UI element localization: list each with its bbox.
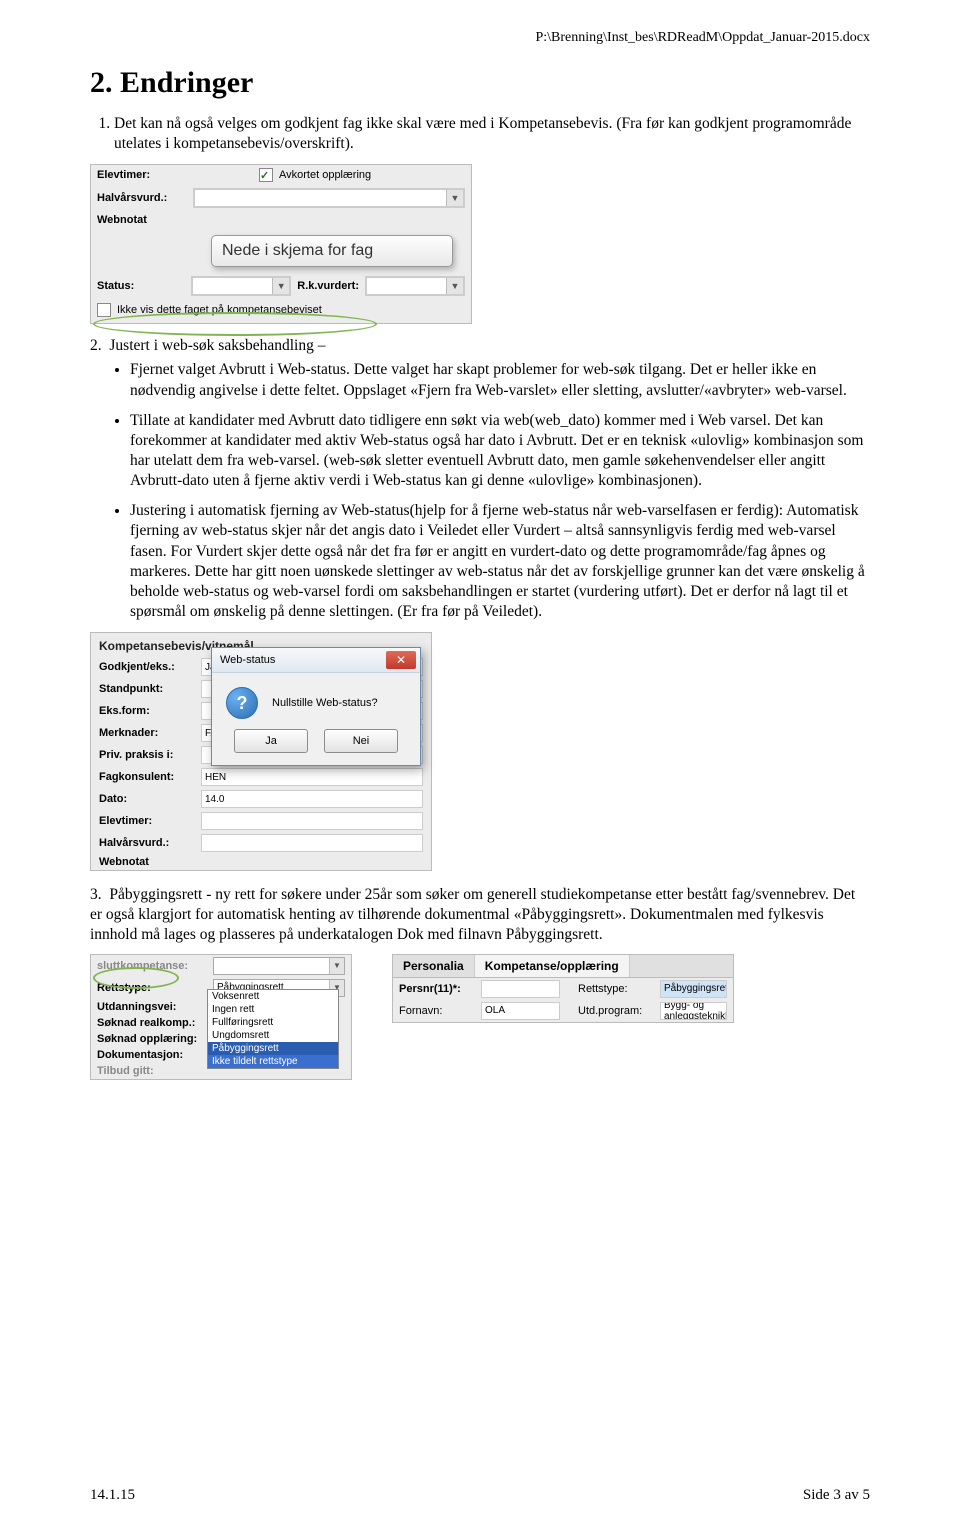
label-halvars2: Halvårsvurd.: — [99, 837, 195, 849]
label-dokumentasjon: Dokumentasjon: — [97, 1049, 207, 1061]
tooltip-nede-i-skjema: Nede i skjema for fag — [211, 235, 453, 267]
screenshot-nullstille-dialog: Kompetansebevis/vitnemål Godkjent/eks.:J… — [90, 632, 432, 871]
bullet-fjernet-avbrutt: Fjernet valget Avbrutt i Web-status. Det… — [130, 360, 870, 400]
field-halvars[interactable] — [201, 834, 423, 852]
label-godkjent: Godkjent/eks.: — [99, 661, 195, 673]
chevron-down-icon: ▼ — [446, 190, 463, 206]
label-fagkonsulent: Fagkonsulent: — [99, 771, 195, 783]
label-avkortet: Avkortet opplæring — [279, 169, 371, 181]
close-icon[interactable]: ✕ — [386, 651, 416, 669]
label-merknader: Merknader: — [99, 727, 195, 739]
dropdown-rkvurdert[interactable]: ▼ — [365, 276, 465, 296]
field-fornavn[interactable]: OLA — [481, 1002, 560, 1020]
field-dato[interactable]: 14.0 — [201, 790, 423, 808]
label-privpraksis: Priv. praksis i: — [99, 749, 195, 761]
label-halvars: Halvårsvurd.: — [97, 192, 187, 204]
option-voksenrett[interactable]: Voksenrett — [208, 990, 338, 1003]
field-sluttkompetanse[interactable]: ▼ — [213, 957, 345, 975]
option-ingen-rett[interactable]: Ingen rett — [208, 1003, 338, 1016]
dialog-no-button[interactable]: Nei — [324, 729, 398, 753]
dialog-yes-button[interactable]: Ja — [234, 729, 308, 753]
footer-page: Side 3 av 5 — [803, 1487, 870, 1504]
dropdown-halvars[interactable]: ▼ — [193, 188, 465, 208]
chevron-down-icon: ▼ — [446, 278, 463, 294]
label-dato: Dato: — [99, 793, 195, 805]
label-tilbud-gitt: Tilbud gitt: — [97, 1065, 207, 1077]
label-standpunkt: Standpunkt: — [99, 683, 195, 695]
tab-personalia[interactable]: Personalia — [393, 955, 475, 977]
label-rettstype-b: Rettstype: — [566, 983, 654, 995]
bullet-tillate-kandidater: Tillate at kandidater med Avbrutt dato t… — [130, 411, 870, 492]
tab-kompetanse[interactable]: Kompetanse/opplæring — [475, 955, 630, 977]
option-pabyggingsrett[interactable]: Påbyggingsrett — [208, 1042, 338, 1055]
field-persnr[interactable] — [481, 980, 560, 998]
field-utdprogram[interactable]: Bygg- og anleggsteknikk — [660, 1002, 727, 1020]
list-item-1: Det kan nå også velges om godkjent fag i… — [114, 114, 870, 154]
label-status: Status: — [97, 280, 185, 292]
label-ikke-vis: Ikke vis dette faget på kompetansebevise… — [117, 304, 322, 316]
heading-endringer: 2. Endringer — [90, 66, 870, 100]
screenshot-rettstype-panels: sluttkompetanse: ▼ Rettstype: Påbyggingsre… — [90, 954, 870, 1080]
field-fagkonsulent[interactable]: HEN — [201, 768, 423, 786]
label-utdprogram: Utd.program: — [566, 1005, 654, 1017]
label-fornavn: Fornavn: — [399, 1005, 475, 1017]
panel-personalia-right: Personalia Kompetanse/opplæring Persnr(1… — [392, 954, 734, 1023]
footer-date: 14.1.15 — [90, 1487, 135, 1504]
label-rettstype: Rettstype: — [97, 982, 207, 994]
label-utdanningsvei: Utdanningsvei: — [97, 1001, 207, 1013]
label-eksform: Eks.form: — [99, 705, 195, 717]
option-fullforingsrett[interactable]: Fullføringsrett — [208, 1016, 338, 1029]
field-rettstype-b[interactable]: Påbyggingsrett — [660, 980, 727, 998]
header-file-path: P:\Brenning\Inst_bes\RDReadM\Oppdat_Janu… — [90, 30, 870, 46]
dialog-message: Nullstille Web-status? — [272, 697, 378, 709]
checkbox-ikke-vis[interactable] — [97, 303, 111, 317]
label-soknad-opplaering: Søknad opplæring: — [97, 1033, 207, 1045]
question-icon: ? — [226, 687, 258, 719]
label-rkvurdert: R.k.vurdert: — [297, 280, 359, 292]
list-item-3: 3. Påbyggingsrett - ny rett for søkere u… — [90, 885, 870, 945]
screenshot-form-fag: Elevtimer: ✓ Avkortet opplæring Halvårsv… — [90, 164, 472, 324]
label-webnotat2: Webnotat — [99, 856, 195, 868]
dialog-title: Web-status — [220, 654, 275, 666]
label-elevtimer2: Elevtimer: — [99, 815, 195, 827]
bullet-justering-automatisk: Justering i automatisk fjerning av Web-s… — [130, 501, 870, 622]
panel-rettstype-left: sluttkompetanse: ▼ Rettstype: Påbyggingsre… — [90, 954, 352, 1080]
option-ungdomsrett[interactable]: Ungdomsrett — [208, 1029, 338, 1042]
checkbox-avkortet[interactable]: ✓ — [259, 168, 273, 182]
label-sluttkompetanse: sluttkompetanse: — [97, 960, 207, 972]
list-item-2-intro: 2. Justert i web-søk saksbehandling – — [90, 336, 870, 356]
dropdown-status[interactable]: ▼ — [191, 276, 291, 296]
option-ikke-tildelt[interactable]: Ikke tildelt rettstype — [208, 1055, 338, 1068]
chevron-down-icon: ▼ — [272, 278, 289, 294]
label-webnotat: Webnotat — [97, 214, 187, 226]
dropdown-rettstype-options[interactable]: Voksenrett Ingen rett Fullføringsrett Un… — [207, 989, 339, 1069]
field-elevtimer[interactable] — [201, 812, 423, 830]
chevron-down-icon: ▼ — [329, 958, 344, 974]
label-elevtimer: Elevtimer: — [97, 169, 187, 181]
dialog-web-status: Web-status ✕ ? Nullstille Web-status? Ja… — [211, 647, 421, 766]
label-persnr: Persnr(11)*: — [399, 983, 475, 995]
label-soknad-realkomp: Søknad realkomp.: — [97, 1017, 207, 1029]
